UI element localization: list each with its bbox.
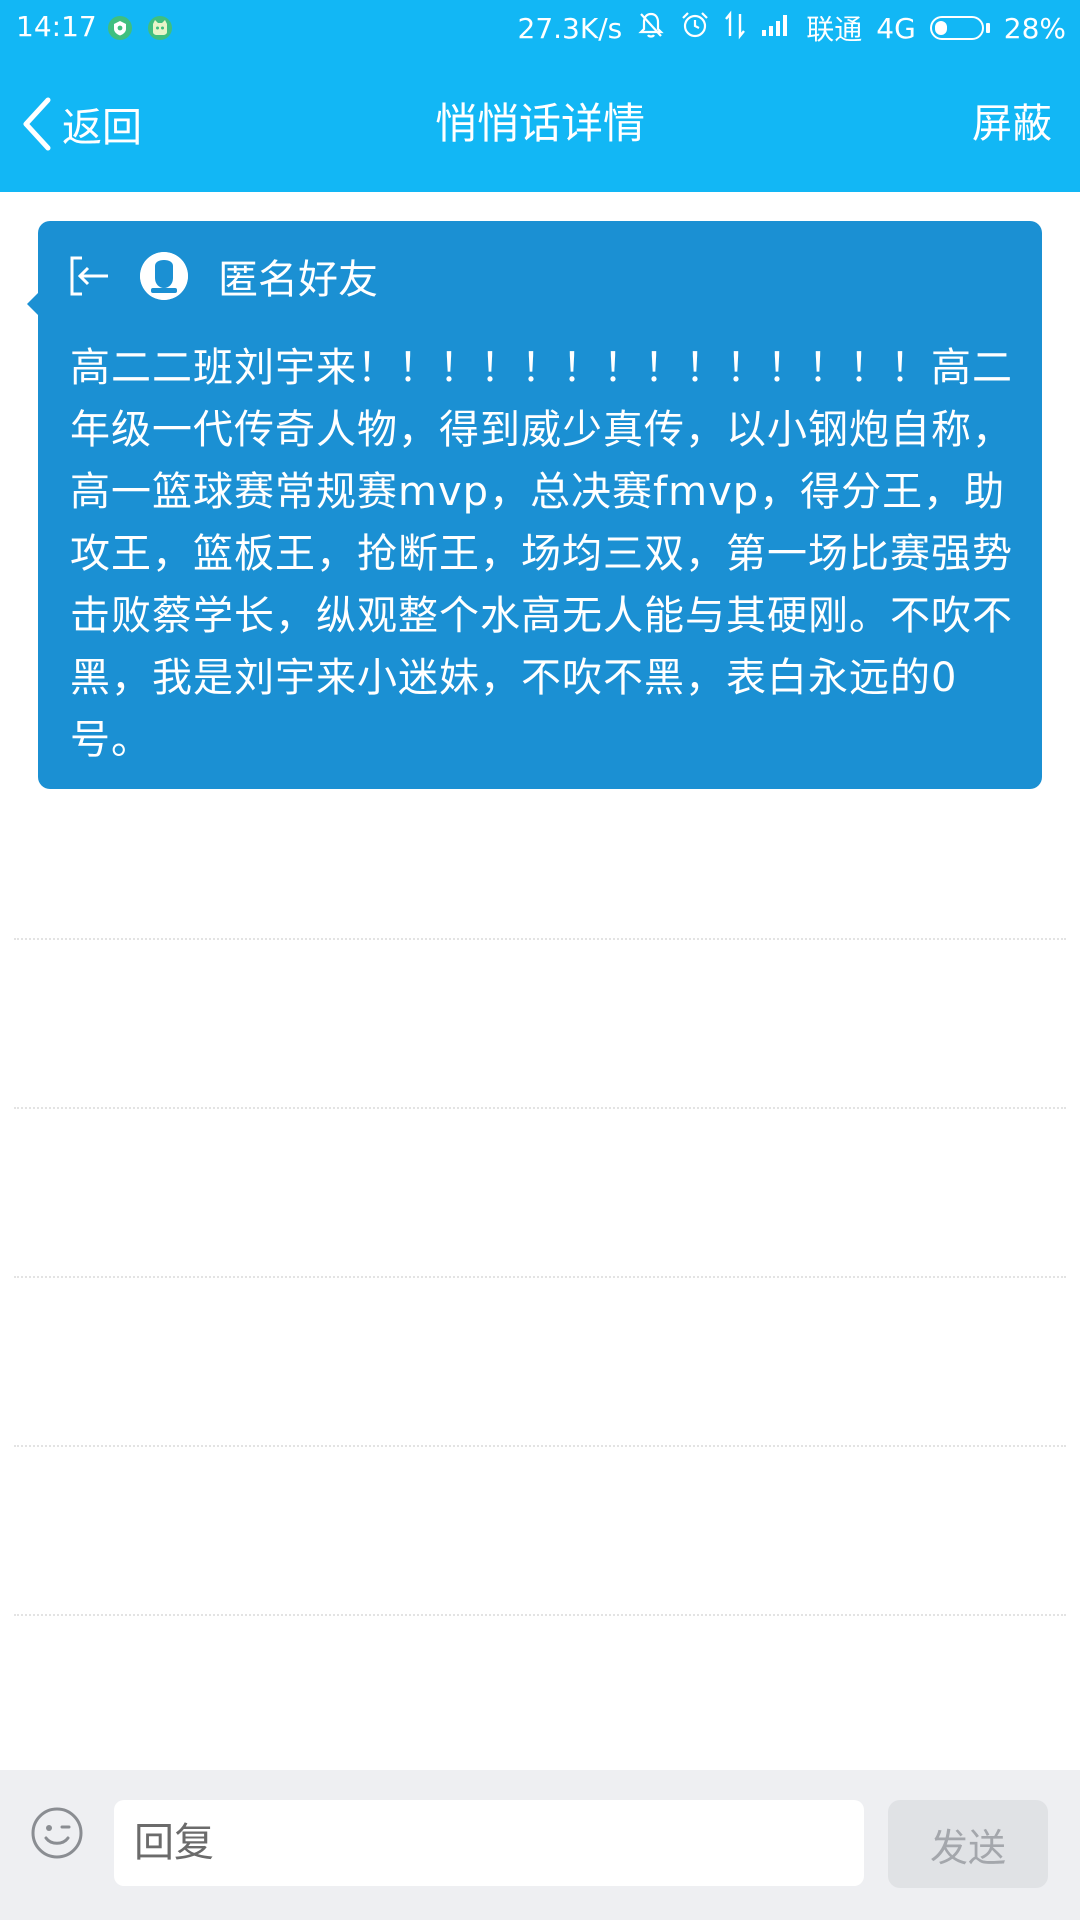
card-pointer <box>27 293 38 315</box>
data-arrows-icon <box>724 10 746 47</box>
mute-bell-icon <box>636 10 666 47</box>
emoji-face-icon <box>31 1807 83 1859</box>
battery-percent: 28% <box>1003 11 1066 45</box>
status-bar: 14:17 27.3K/s 联通 4G 28% <box>0 0 1080 56</box>
exit-arrow-icon <box>70 256 108 296</box>
alarm-icon <box>680 10 710 47</box>
whisper-message-card: 匿名好友 高二二班刘宇来！！！！！！！！！！！！！！高二年级一代传奇人物，得到威… <box>27 221 1042 789</box>
reply-input[interactable] <box>114 1800 864 1886</box>
signal-icon <box>760 12 792 45</box>
ruled-line <box>14 1445 1066 1447</box>
block-button[interactable]: 屏蔽 <box>972 94 1052 154</box>
status-time: 14:17 <box>16 10 97 43</box>
reply-bar: 发送 <box>0 1770 1080 1920</box>
battery-icon <box>929 16 990 40</box>
carrier-name: 联通 <box>806 13 863 46</box>
ruled-line <box>14 1276 1066 1278</box>
status-right-group: 27.3K/s 联通 4G 28% <box>517 10 1066 47</box>
ruled-line <box>14 1107 1066 1109</box>
shield-icon <box>106 14 134 42</box>
ruled-line <box>14 938 1066 940</box>
anonymous-avatar-icon <box>140 252 188 300</box>
message-header: 匿名好友 <box>66 251 378 303</box>
message-body: 高二二班刘宇来！！！！！！！！！！！！！！高二年级一代传奇人物，得到威少真传，以… <box>70 345 1013 763</box>
ruled-line <box>14 1614 1066 1616</box>
sender-name: 匿名好友 <box>218 257 378 303</box>
battery-level-fill <box>934 21 947 35</box>
cat-icon <box>146 14 174 42</box>
nav-bar: 返回 悄悄话详情 屏蔽 <box>0 56 1080 192</box>
emoji-button[interactable] <box>30 1806 84 1860</box>
send-button[interactable]: 发送 <box>888 1800 1048 1888</box>
network-speed: 27.3K/s <box>517 11 623 45</box>
network-type: 4G <box>876 11 916 45</box>
page-title: 悄悄话详情 <box>434 99 645 148</box>
